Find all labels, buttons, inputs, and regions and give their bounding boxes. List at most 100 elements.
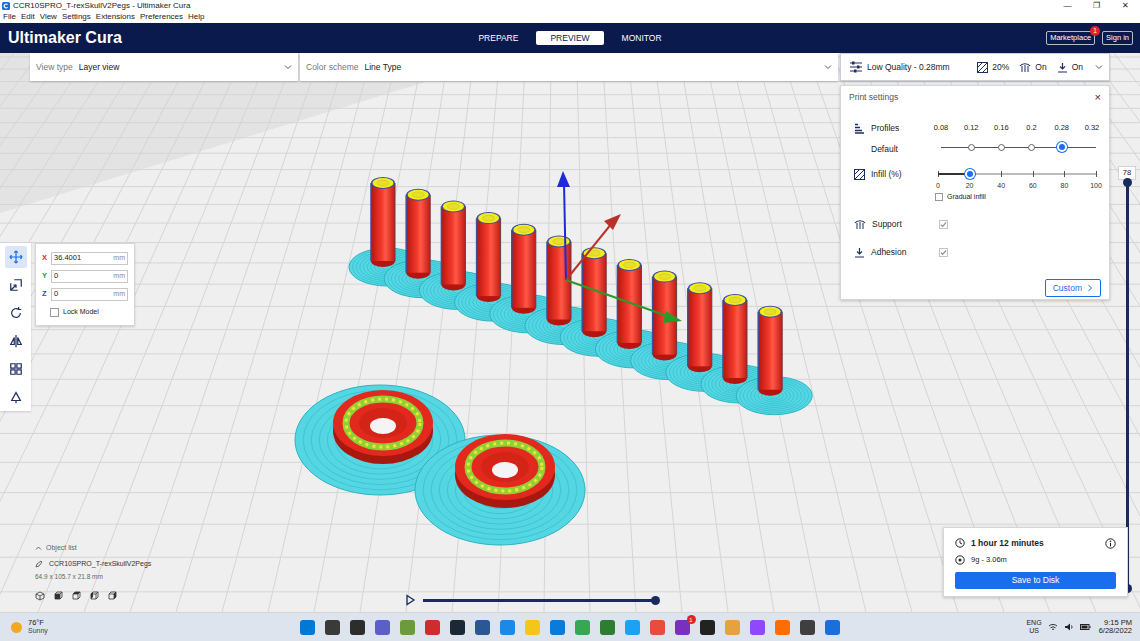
- play-icon[interactable]: [404, 594, 416, 606]
- profile-step[interactable]: [989, 139, 1013, 155]
- position-input[interactable]: 36.4001mm: [51, 252, 128, 265]
- peg-body: [512, 230, 536, 308]
- window-control-button[interactable]: ✕: [1111, 0, 1140, 11]
- taskbar-app[interactable]: [723, 617, 743, 637]
- profile-dot[interactable]: [998, 144, 1005, 151]
- taskbar-app[interactable]: [698, 617, 718, 637]
- taskbar-app[interactable]: [598, 617, 618, 637]
- tool-button[interactable]: [5, 274, 27, 296]
- peg-models[interactable]: [349, 177, 812, 415]
- sign-in-button[interactable]: Sign in: [1102, 31, 1133, 45]
- taskbar-app[interactable]: [648, 617, 668, 637]
- weather-widget[interactable]: 76°F Sunny: [0, 619, 298, 635]
- taskbar-app[interactable]: [448, 617, 468, 637]
- print-settings-summary[interactable]: Low Quality - 0.28mm 20% On On: [840, 53, 1110, 81]
- support-checkbox[interactable]: [939, 220, 948, 229]
- save-to-disk-button[interactable]: Save to Disk: [955, 572, 1116, 589]
- battery-icon[interactable]: [1080, 622, 1091, 632]
- taskbar-app[interactable]: [548, 617, 568, 637]
- taskbar-app[interactable]: 1: [673, 617, 693, 637]
- profile-step[interactable]: [959, 139, 983, 155]
- clock[interactable]: 9:15 PM 6/28/2022: [1099, 619, 1132, 636]
- menu-item[interactable]: Settings: [61, 13, 92, 21]
- profile-dot[interactable]: [1028, 144, 1035, 151]
- wifi-icon[interactable]: [1048, 622, 1058, 632]
- info-icon[interactable]: [1105, 538, 1116, 549]
- y-axis-arrow-icon: [663, 311, 682, 323]
- window-control-button[interactable]: —: [1053, 0, 1082, 11]
- taskbar-app[interactable]: [623, 617, 643, 637]
- grid-line: [1139, 53, 1140, 612]
- profile-step[interactable]: [1050, 139, 1074, 155]
- menu-item[interactable]: View: [39, 13, 58, 21]
- tool-button[interactable]: [5, 358, 27, 380]
- object-list-toggle[interactable]: Object list: [35, 542, 151, 554]
- taskbar-app[interactable]: [348, 617, 368, 637]
- close-button[interactable]: ×: [1095, 92, 1101, 103]
- stage-tab[interactable]: PREVIEW: [536, 31, 603, 45]
- menu-item[interactable]: Help: [187, 13, 205, 21]
- taskbar-app[interactable]: [823, 617, 843, 637]
- adhesion-checkbox[interactable]: [939, 248, 948, 257]
- taskbar-app[interactable]: [748, 617, 768, 637]
- taskbar-app[interactable]: [323, 617, 343, 637]
- gradual-infill-checkbox[interactable]: [935, 193, 943, 201]
- menu-item[interactable]: Extensions: [95, 13, 136, 21]
- taskbar-app[interactable]: [398, 617, 418, 637]
- marketplace-button[interactable]: Marketplace 1: [1046, 31, 1095, 45]
- language-indicator[interactable]: ENG US: [1026, 619, 1041, 634]
- tool-button[interactable]: [5, 386, 27, 408]
- right-view-icon[interactable]: [107, 591, 117, 601]
- playback-handle[interactable]: [651, 596, 660, 605]
- taskbar-app[interactable]: [773, 617, 793, 637]
- taskbar-app[interactable]: [523, 617, 543, 637]
- app-icon: [575, 620, 590, 635]
- color-scheme-dropdown[interactable]: Color scheme Line Type: [300, 53, 838, 81]
- menu-item[interactable]: Edit: [20, 13, 36, 21]
- taskbar-app[interactable]: [473, 617, 493, 637]
- taskbar-app[interactable]: [573, 617, 593, 637]
- stage-tab[interactable]: MONITOR: [608, 31, 676, 45]
- stage-tab[interactable]: PREPARE: [464, 31, 532, 45]
- settings-sliders-icon: [849, 61, 863, 73]
- window-control-button[interactable]: ❐: [1082, 0, 1111, 11]
- lock-model-row[interactable]: Lock Model: [42, 305, 128, 319]
- lock-model-checkbox[interactable]: [50, 308, 59, 317]
- menu-item[interactable]: Preferences: [139, 13, 184, 21]
- move-gizmo[interactable]: [557, 171, 682, 323]
- taskbar-app[interactable]: [498, 617, 518, 637]
- layer-slider-upper-handle[interactable]: [1123, 178, 1132, 187]
- 3d-view-icon[interactable]: [35, 591, 45, 601]
- grid-line: [0, 524, 1140, 525]
- custom-button[interactable]: Custom: [1045, 279, 1101, 297]
- tool-button[interactable]: [5, 246, 27, 268]
- position-input[interactable]: 0mm: [51, 288, 128, 301]
- view-type-dropdown[interactable]: View type Layer view: [30, 53, 298, 81]
- tool-button[interactable]: [5, 330, 27, 352]
- position-input[interactable]: 0mm: [51, 270, 128, 283]
- position-field-row: X36.4001mm: [42, 251, 128, 265]
- menu-item[interactable]: File: [2, 13, 17, 21]
- object-name-row[interactable]: CCR10SPRO_T-rexSkullV2Pegs: [35, 558, 151, 570]
- gradual-infill-checkbox-row[interactable]: Gradual infill: [935, 192, 986, 203]
- profile-dot[interactable]: [1057, 142, 1067, 152]
- playback-track[interactable]: [423, 599, 655, 602]
- taskbar-app[interactable]: [298, 617, 318, 637]
- infill-slider-handle[interactable]: [965, 169, 975, 179]
- profile-slider[interactable]: [929, 139, 1104, 155]
- taskbar-app[interactable]: [373, 617, 393, 637]
- tool-bar: [0, 243, 31, 411]
- viewport[interactable]: View type Layer view Color scheme Line T…: [0, 53, 1140, 612]
- infill-slider-track[interactable]: [938, 173, 1096, 175]
- tool-button[interactable]: [5, 302, 27, 324]
- speaker-icon[interactable]: [1064, 622, 1074, 632]
- skull-ring-model[interactable]: [415, 434, 585, 545]
- left-view-icon[interactable]: [89, 591, 99, 601]
- profile-step[interactable]: [1020, 139, 1044, 155]
- taskbar-app[interactable]: [798, 617, 818, 637]
- profile-dot[interactable]: [968, 144, 975, 151]
- front-view-icon[interactable]: [53, 591, 63, 601]
- top-view-icon[interactable]: [71, 591, 81, 601]
- tab-label: MONITOR: [622, 34, 662, 43]
- taskbar-app[interactable]: [423, 617, 443, 637]
